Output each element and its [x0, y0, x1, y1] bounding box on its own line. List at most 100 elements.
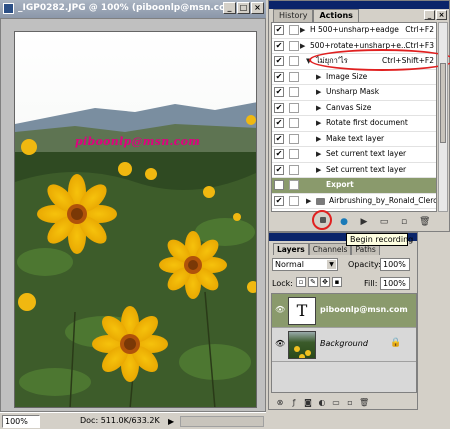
- lock-position-icon[interactable]: ✥: [320, 277, 330, 287]
- panel-minimize-button[interactable]: _: [424, 10, 435, 20]
- blend-mode-select[interactable]: Normal ▼: [272, 258, 338, 271]
- expand-triangle-right-icon[interactable]: ▶: [306, 194, 311, 208]
- toggle-item-checkbox[interactable]: ✔: [274, 164, 284, 175]
- adjustment-layer-icon[interactable]: ◐: [317, 398, 327, 407]
- new-layer-icon[interactable]: ▫: [345, 398, 355, 407]
- toggle-dialog-checkbox[interactable]: [289, 118, 299, 128]
- action-row[interactable]: ✔ Export: [272, 178, 436, 194]
- toggle-item-checkbox[interactable]: ✔: [274, 149, 284, 159]
- horizontal-scrollbar[interactable]: [180, 416, 264, 427]
- expand-triangle-right-icon[interactable]: ▶: [306, 209, 311, 211]
- play-selection-icon[interactable]: ▶: [359, 217, 369, 227]
- opacity-label: Opacity:: [348, 260, 381, 269]
- toggle-dialog-checkbox[interactable]: [289, 133, 299, 144]
- expand-triangle-right-icon[interactable]: ▶: [316, 70, 321, 84]
- document-photo[interactable]: piboonlp@msn.com: [14, 31, 257, 408]
- eye-icon[interactable]: 👁: [275, 305, 285, 315]
- toggle-item-checkbox[interactable]: ✔: [274, 40, 284, 51]
- document-window: _IGP0282.JPG @ 100% (piboonlp@msn.com ..…: [0, 0, 266, 429]
- zoom-field[interactable]: 100%: [2, 415, 40, 428]
- opacity-field[interactable]: 100%: [380, 258, 410, 271]
- layer-mask-icon[interactable]: ◙: [303, 398, 313, 407]
- expand-triangle-right-icon[interactable]: ▶: [316, 163, 321, 177]
- layers-panel: Layers Channels Paths Normal ▼ Opacity: …: [268, 232, 418, 410]
- photo-watermark: piboonlp@msn.com: [75, 135, 201, 148]
- toggle-item-checkbox[interactable]: ✔: [274, 56, 284, 66]
- lock-transparency-icon[interactable]: ▫: [296, 277, 306, 287]
- eye-icon[interactable]: 👁: [275, 339, 285, 349]
- action-row[interactable]: ✔ ▶ H 500+unsharp+eadge Ctrl+F2: [272, 23, 436, 39]
- toggle-item-checkbox[interactable]: ✔: [274, 87, 284, 97]
- delete-action-icon[interactable]: 🗑: [419, 217, 430, 227]
- lock-all-icon[interactable]: ▪: [332, 277, 342, 287]
- toggle-dialog-checkbox[interactable]: [289, 180, 299, 190]
- action-row[interactable]: ✔ ▶ Image Size: [272, 70, 436, 85]
- toggle-dialog-checkbox[interactable]: [289, 195, 299, 206]
- status-menu-arrow-icon[interactable]: ▶: [168, 417, 174, 426]
- toggle-item-checkbox[interactable]: ✔: [274, 118, 284, 128]
- toggle-dialog-checkbox[interactable]: [289, 25, 299, 35]
- tab-actions[interactable]: Actions: [313, 9, 359, 22]
- action-row[interactable]: ✔ ▶ Unsharp Mask: [272, 85, 436, 101]
- expand-triangle-right-icon[interactable]: ▶: [316, 116, 321, 130]
- toggle-dialog-checkbox[interactable]: [289, 211, 299, 212]
- create-new-set-icon[interactable]: ▭: [379, 217, 389, 227]
- toggle-item-checkbox[interactable]: ✔: [274, 133, 284, 144]
- lock-options: ▫ ✎ ✥ ▪: [296, 277, 342, 287]
- close-button[interactable]: ×: [251, 2, 264, 14]
- expand-triangle-right-icon[interactable]: ▶: [300, 39, 305, 53]
- actions-scrollbar[interactable]: [438, 22, 448, 212]
- panel-close-button[interactable]: ×: [436, 10, 447, 20]
- new-group-icon[interactable]: ▭: [331, 398, 341, 407]
- minimize-button[interactable]: _: [223, 2, 236, 14]
- toggle-dialog-checkbox[interactable]: [289, 40, 299, 51]
- begin-recording-icon[interactable]: ●: [339, 217, 349, 227]
- toggle-dialog-checkbox[interactable]: [289, 56, 299, 66]
- layer-style-icon[interactable]: ƒ: [289, 398, 299, 407]
- toggle-item-checkbox[interactable]: ✔: [274, 71, 284, 82]
- begin-recording-tooltip: Begin recording: [346, 233, 413, 246]
- action-row[interactable]: ✔ ▶ Rotate first document: [272, 116, 436, 132]
- expand-triangle-right-icon[interactable]: ▶: [316, 132, 321, 146]
- tab-history[interactable]: History: [273, 9, 314, 22]
- toggle-item-checkbox[interactable]: ✔: [274, 180, 284, 190]
- flower-photo-image: [15, 32, 256, 407]
- expand-triangle-right-icon[interactable]: ▶: [316, 147, 321, 161]
- action-row[interactable]: ✔ ▶ Set current text layer: [272, 147, 436, 163]
- tab-layers[interactable]: Layers: [273, 243, 309, 255]
- layer-row-background[interactable]: 👁 Background 🔒: [272, 328, 416, 362]
- layer-name[interactable]: piboonlp@msn.com: [320, 305, 408, 314]
- layer-row-text[interactable]: 👁 T piboonlp@msn.com: [272, 294, 416, 328]
- toggle-item-checkbox[interactable]: ✔: [274, 25, 284, 35]
- action-row[interactable]: ✔ ▶ Make text layer: [272, 132, 436, 147]
- toggle-dialog-checkbox[interactable]: [289, 87, 299, 97]
- maximize-button[interactable]: □: [237, 2, 250, 14]
- action-row[interactable]: ✔ ▶ Commands: [272, 209, 436, 212]
- action-row[interactable]: ✔ ▶ Canvas Size: [272, 101, 436, 116]
- expand-triangle-right-icon[interactable]: ▶: [316, 85, 321, 99]
- toggle-item-checkbox[interactable]: ✔: [274, 102, 284, 113]
- toggle-item-checkbox[interactable]: ✔: [274, 195, 284, 206]
- layer-name[interactable]: Background: [320, 339, 368, 348]
- text-layer-thumbnail: T: [288, 297, 316, 325]
- toggle-dialog-checkbox[interactable]: [289, 149, 299, 159]
- action-row[interactable]: ✔ ▶ Set current text layer: [272, 163, 436, 178]
- canvas-area[interactable]: piboonlp@msn.com: [0, 18, 266, 412]
- toggle-dialog-checkbox[interactable]: [289, 71, 299, 82]
- toggle-dialog-checkbox[interactable]: [289, 164, 299, 175]
- expand-triangle-right-icon[interactable]: ▶: [300, 23, 305, 37]
- fill-field[interactable]: 100%: [380, 277, 410, 290]
- action-row[interactable]: ✔ ▶ Airbrushing_by_Ronald_Clercx: [272, 194, 436, 209]
- create-new-action-icon[interactable]: ▫: [399, 217, 409, 227]
- toggle-dialog-checkbox[interactable]: [289, 102, 299, 113]
- scroll-thumb[interactable]: [440, 63, 446, 143]
- link-layers-icon[interactable]: ⊗: [275, 398, 285, 407]
- lock-image-icon[interactable]: ✎: [308, 277, 318, 287]
- panel-title-bar[interactable]: [269, 1, 449, 9]
- toggle-item-checkbox[interactable]: ✔: [274, 211, 284, 212]
- expand-triangle-right-icon[interactable]: ▶: [316, 101, 321, 115]
- document-window-buttons: _ □ ×: [223, 2, 264, 14]
- action-name: Export: [326, 180, 354, 189]
- photoshop-doc-icon: [3, 3, 14, 14]
- delete-layer-icon[interactable]: 🗑: [359, 398, 369, 407]
